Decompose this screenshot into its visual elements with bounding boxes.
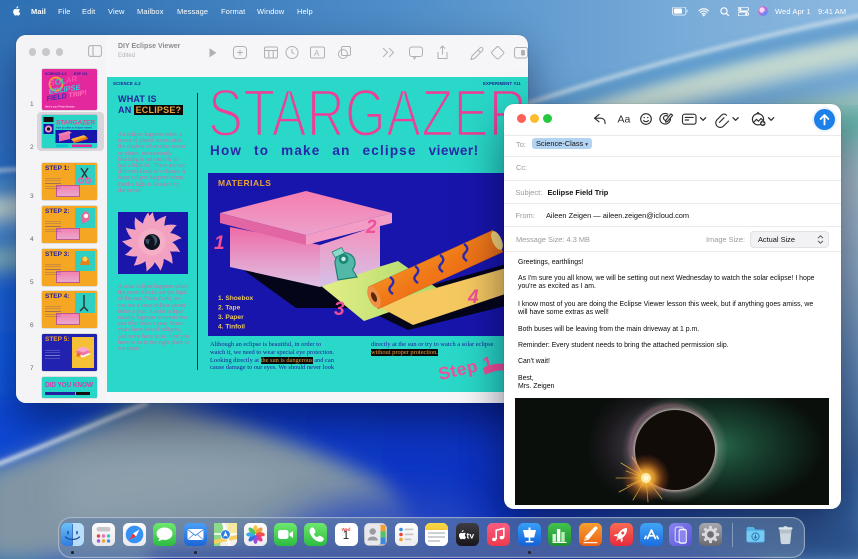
svg-text:1: 1 — [214, 233, 225, 254]
svg-text:4: 4 — [467, 287, 479, 308]
svg-text:STARGAZER: STARGAZER — [56, 120, 95, 127]
svg-text:How to make an eclipse viewer!: How to make an eclipse viewer! — [56, 126, 92, 130]
svg-text:tv: tv — [466, 531, 474, 541]
svg-text:3: 3 — [334, 299, 345, 320]
svg-text:Here's your Photo Itinerary: Here's your Photo Itinerary — [45, 106, 75, 109]
svg-text:A: A — [314, 49, 320, 58]
svg-text:3. Paper: 3. Paper — [218, 314, 244, 321]
svg-text:1. Shoebox: 1. Shoebox — [218, 295, 254, 302]
svg-text:MATERIALS: MATERIALS — [218, 178, 271, 188]
svg-text:2. Tape: 2. Tape — [218, 305, 241, 312]
svg-text:2: 2 — [365, 217, 377, 238]
svg-text:SCIENCE 4.2: SCIENCE 4.2 — [45, 72, 66, 76]
svg-text:DID YOU KNOW: DID YOU KNOW — [45, 382, 93, 389]
svg-text:Aa: Aa — [618, 114, 631, 126]
svg-text:4. Tinfoil: 4. Tinfoil — [218, 324, 245, 331]
